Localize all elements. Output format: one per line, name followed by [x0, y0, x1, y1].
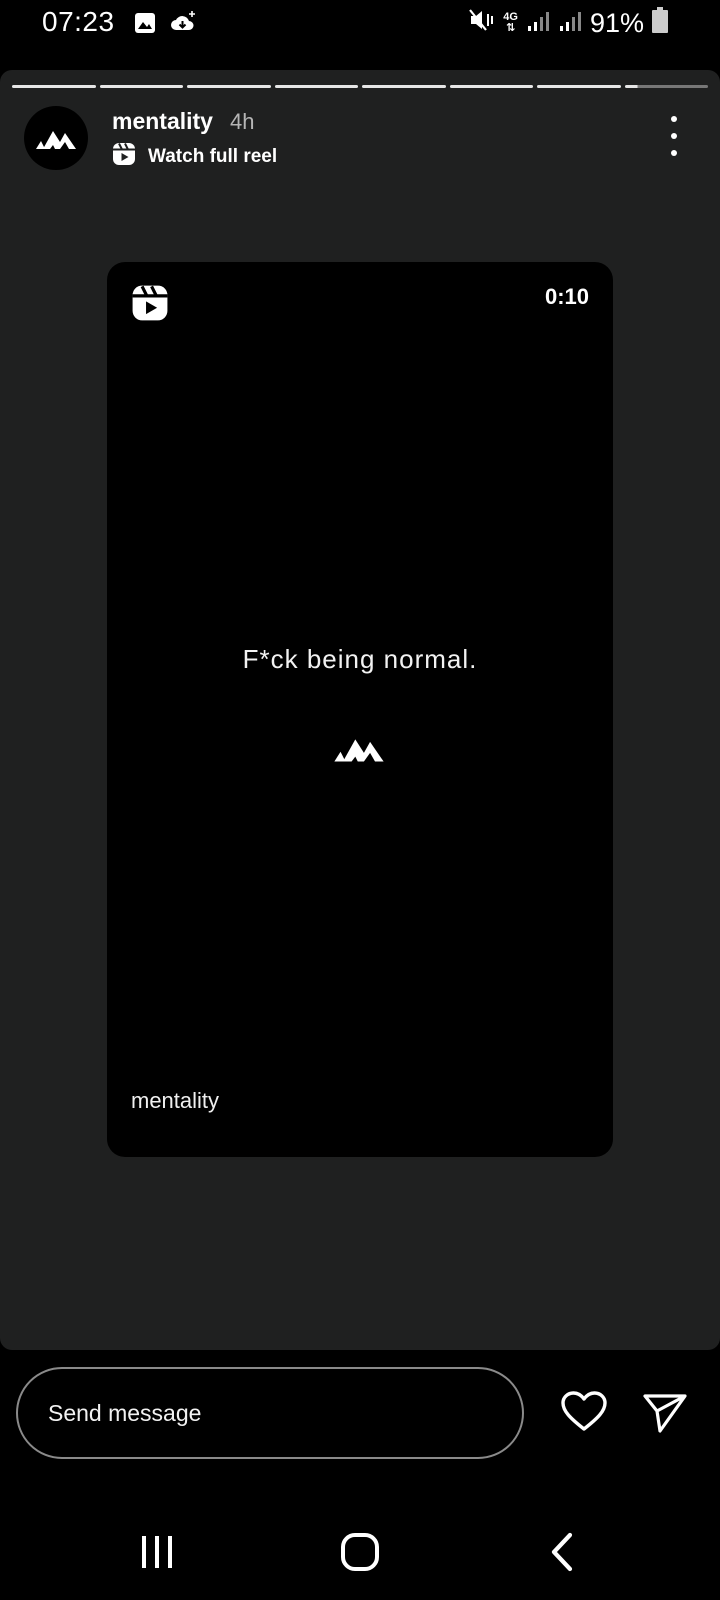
- watch-full-reel-label: Watch full reel: [148, 145, 278, 167]
- story-username[interactable]: mentality: [112, 108, 213, 135]
- system-navigation-bar: [0, 1500, 720, 1600]
- story-viewer[interactable]: mentality 4h Watch full reel 0:10 F*ck b…: [0, 70, 720, 1350]
- status-bar: 07:23 4G ⇅ 91%: [0, 0, 720, 46]
- story-progress-segment: [537, 85, 621, 88]
- story-progress-segment: [624, 85, 708, 88]
- cloud-download-icon: [170, 10, 196, 39]
- story-progress-segment: [12, 85, 96, 88]
- recent-apps-icon[interactable]: [140, 1534, 174, 1575]
- avatar[interactable]: [24, 106, 88, 170]
- reels-icon: [131, 284, 169, 327]
- mentality-logo-icon: [36, 131, 76, 149]
- story-progress-segment: [362, 85, 446, 88]
- battery-icon: [652, 6, 668, 40]
- story-progress-bar: [12, 85, 708, 88]
- send-message-input[interactable]: [16, 1367, 524, 1459]
- reel-preview-card[interactable]: 0:10 F*ck being normal. mentality: [107, 262, 613, 1157]
- story-progress-segment: [274, 85, 358, 88]
- signal-icon: [526, 8, 550, 39]
- story-time-ago: 4h: [230, 109, 255, 134]
- status-time: 07:23: [42, 6, 115, 37]
- battery-percent: 91%: [589, 7, 644, 38]
- reel-duration: 0:10: [544, 284, 589, 309]
- reels-icon: [112, 142, 136, 171]
- network-type: 4G ⇅: [503, 11, 518, 34]
- signal-icon: [558, 8, 582, 39]
- mute-vibrate-icon: [469, 8, 495, 39]
- home-icon[interactable]: [340, 1532, 380, 1577]
- send-icon[interactable]: [642, 1392, 688, 1439]
- status-indicators: 4G ⇅ 91%: [469, 6, 668, 40]
- reel-caption: F*ck being normal.: [242, 644, 478, 674]
- story-progress-segment: [99, 85, 183, 88]
- gallery-icon: [134, 12, 156, 39]
- story-progress-segment: [187, 85, 271, 88]
- mentality-logo-icon: [333, 732, 385, 769]
- reel-author: mentality: [131, 1088, 220, 1113]
- more-options-icon[interactable]: [664, 116, 684, 156]
- heart-icon[interactable]: [560, 1390, 608, 1437]
- watch-full-reel-link[interactable]: Watch full reel: [112, 142, 277, 171]
- story-progress-segment: [449, 85, 533, 88]
- back-icon[interactable]: [548, 1532, 576, 1577]
